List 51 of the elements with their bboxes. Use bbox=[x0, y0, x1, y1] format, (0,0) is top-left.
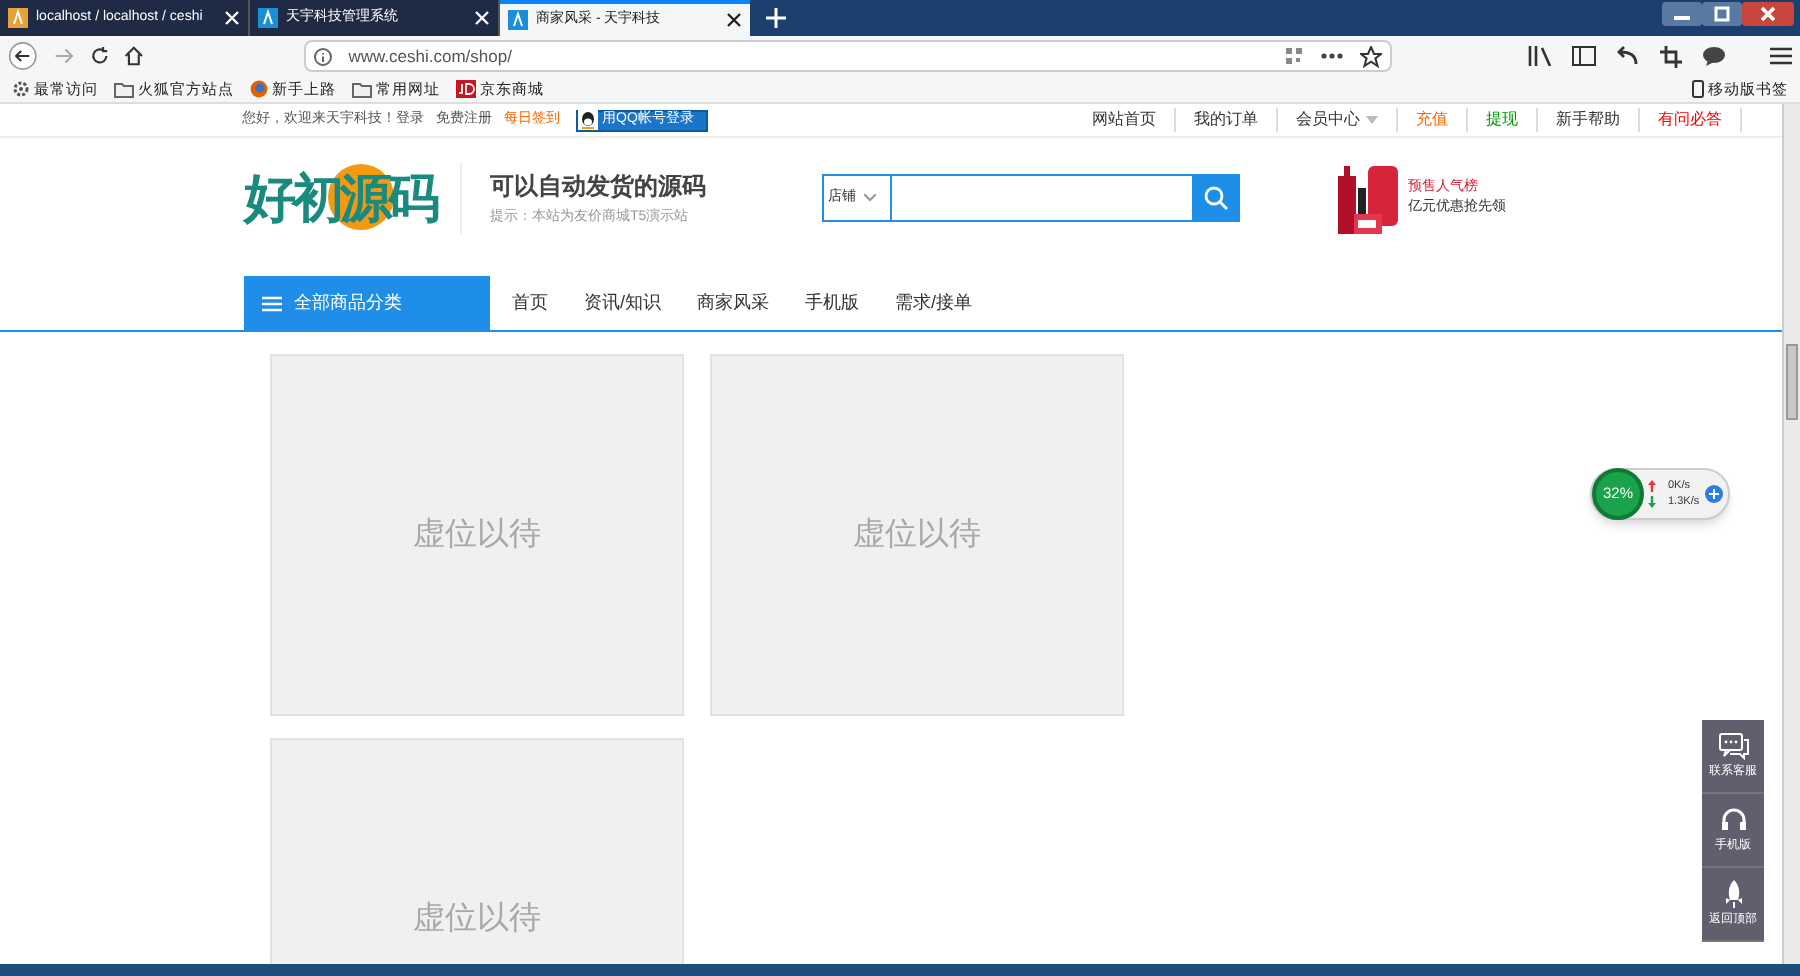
maximize-icon[interactable] bbox=[1702, 2, 1742, 26]
folder-icon bbox=[114, 81, 134, 97]
placeholder-text: 虚位以待 bbox=[853, 515, 981, 555]
undo-icon[interactable] bbox=[1616, 46, 1641, 66]
crop-icon[interactable] bbox=[1660, 45, 1683, 67]
top-link[interactable]: 会员中心 bbox=[1278, 108, 1398, 132]
tab-favicon-icon bbox=[258, 8, 278, 28]
placeholder-text: 虚位以待 bbox=[413, 515, 541, 555]
nav-link[interactable]: 首页 bbox=[512, 289, 548, 317]
top-link[interactable]: 网站首页 bbox=[1074, 108, 1176, 132]
scrollbar[interactable] bbox=[1782, 104, 1800, 964]
arrow-down-icon bbox=[1648, 496, 1656, 508]
slogan-text: 可以自动发货的源码 bbox=[490, 169, 706, 204]
address-bar[interactable]: www.ceshi.com/shop/ bbox=[304, 40, 1393, 72]
headset-icon bbox=[1719, 805, 1747, 833]
chat-icon bbox=[1717, 731, 1749, 759]
close-icon[interactable] bbox=[726, 12, 742, 28]
rocket-icon bbox=[1721, 879, 1745, 907]
gear-icon bbox=[12, 80, 30, 98]
tab-favicon-icon bbox=[8, 8, 28, 28]
placeholder-text: 虚位以待 bbox=[413, 899, 541, 939]
minimize-icon[interactable] bbox=[1662, 2, 1702, 26]
penguin-icon bbox=[578, 110, 598, 130]
back-icon[interactable] bbox=[8, 38, 38, 74]
nav-link[interactable]: 手机版 bbox=[805, 289, 860, 317]
qr-code-icon[interactable] bbox=[1284, 46, 1305, 66]
folder-icon bbox=[352, 81, 372, 97]
home-icon[interactable] bbox=[124, 44, 145, 68]
top-link[interactable]: 我的订单 bbox=[1176, 108, 1278, 132]
nav-link[interactable]: 资讯/知识 bbox=[584, 289, 662, 317]
plus-icon[interactable] bbox=[1703, 484, 1724, 504]
globe-icon bbox=[250, 80, 268, 98]
caret-icon bbox=[1366, 116, 1378, 124]
arrow-up-icon bbox=[1648, 480, 1656, 492]
chat-bubble-icon[interactable] bbox=[1702, 46, 1727, 66]
library-icon[interactable] bbox=[1528, 46, 1553, 66]
bookmark-star-icon[interactable] bbox=[1360, 45, 1383, 67]
menu-icon[interactable] bbox=[1770, 46, 1793, 66]
nav-link[interactable]: 商家风采 bbox=[697, 289, 770, 317]
menu-icon bbox=[262, 295, 282, 311]
top-link[interactable]: 提现 bbox=[1468, 108, 1538, 132]
close-window-icon[interactable] bbox=[1742, 2, 1794, 26]
nav-link[interactable]: 需求/接单 bbox=[895, 289, 973, 317]
top-link[interactable]: 有问必答 bbox=[1640, 108, 1742, 132]
top-link[interactable]: 新手帮助 bbox=[1538, 108, 1640, 132]
sidebar-icon[interactable] bbox=[1572, 46, 1597, 66]
reload-icon[interactable] bbox=[89, 44, 109, 68]
info-icon[interactable] bbox=[314, 47, 333, 65]
tab-favicon-icon bbox=[508, 10, 528, 30]
phone-icon bbox=[1692, 80, 1704, 98]
more-icon[interactable] bbox=[1320, 52, 1345, 60]
